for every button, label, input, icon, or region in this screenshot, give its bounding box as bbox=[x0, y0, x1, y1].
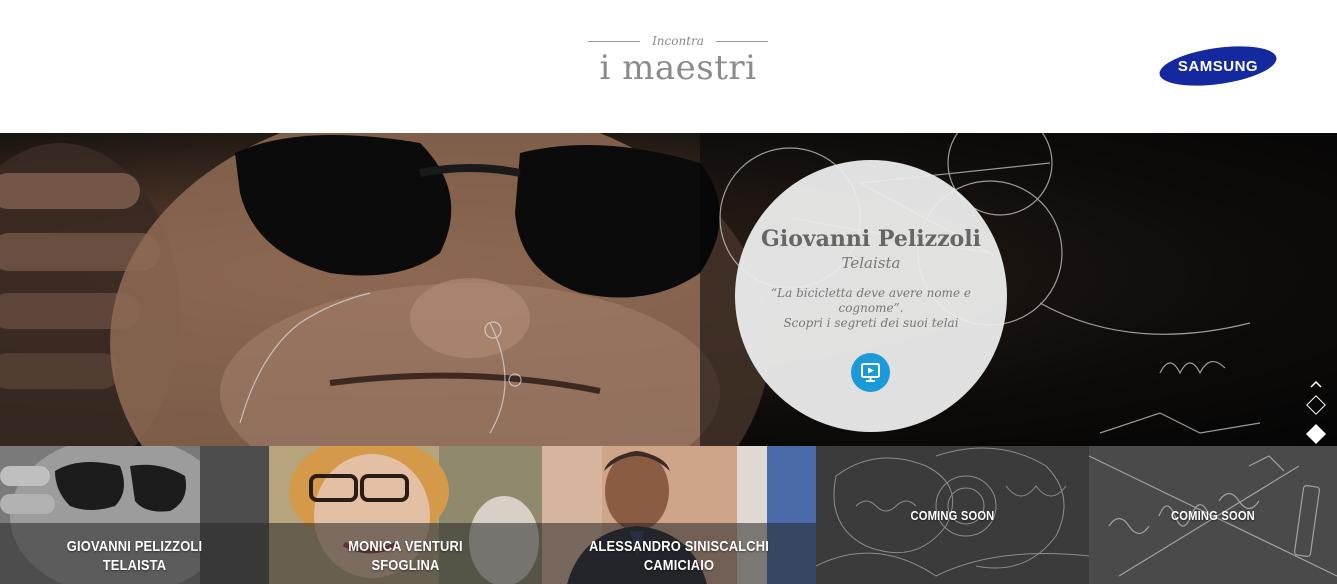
hero-cta-text[interactable]: Scopri i segreti dei suoi telai bbox=[771, 316, 971, 330]
brand-kicker-row: Incontra bbox=[588, 32, 768, 50]
divider-line bbox=[588, 41, 640, 42]
tile-name: GIOVANNI PELIZZOLI bbox=[66, 538, 203, 555]
brand-kicker: Incontra bbox=[652, 34, 704, 48]
samsung-logo-text: SAMSUNG bbox=[1178, 58, 1258, 75]
tile-giovanni-pelizzoli[interactable]: GIOVANNI PELIZZOLI TELAISTA bbox=[0, 446, 269, 584]
hero-slider[interactable]: Giovanni Pelizzoli Telaista “La biciclet… bbox=[0, 133, 1337, 446]
masters-tile-row: GIOVANNI PELIZZOLI TELAISTA MONICA VENTU… bbox=[0, 446, 1337, 584]
hero-name: Giovanni Pelizzoli bbox=[761, 226, 981, 252]
hero-role: Telaista bbox=[841, 254, 901, 272]
coming-soon-label: COMING SOON bbox=[1171, 508, 1255, 523]
hero-info-circle: Giovanni Pelizzoli Telaista “La biciclet… bbox=[735, 160, 1007, 432]
play-screen-icon bbox=[861, 363, 880, 382]
tile-name: ALESSANDRO SINISCALCHI bbox=[588, 538, 770, 555]
samsung-logo[interactable]: SAMSUNG bbox=[1158, 46, 1278, 86]
brand-title-block[interactable]: Incontra i maestri bbox=[588, 32, 768, 88]
tile-coming-soon[interactable]: COMING SOON bbox=[1089, 446, 1337, 584]
slide-dot-2[interactable] bbox=[1306, 424, 1326, 444]
slide-dot-1[interactable] bbox=[1306, 395, 1326, 415]
site-header: Incontra i maestri SAMSUNG bbox=[0, 0, 1337, 133]
chevron-up-icon[interactable] bbox=[1309, 379, 1323, 389]
tile-alessandro-siniscalchi[interactable]: ALESSANDRO SINISCALCHI CAMICIAIO bbox=[542, 446, 816, 584]
tile-coming-soon[interactable]: COMING SOON bbox=[816, 446, 1089, 584]
slide-navigation bbox=[1304, 379, 1328, 446]
coming-soon-label: COMING SOON bbox=[910, 508, 995, 523]
hero-image bbox=[0, 133, 1337, 446]
hero-quote: “La bicicletta deve avere nome e cognome… bbox=[771, 286, 971, 315]
tile-monica-venturi[interactable]: MONICA VENTURI SFOGLINA bbox=[269, 446, 542, 584]
tile-role: TELAISTA bbox=[102, 557, 167, 574]
tile-role: SFOGLINA bbox=[371, 557, 440, 574]
tile-name: MONICA VENTURI bbox=[348, 538, 463, 555]
tile-role: CAMICIAIO bbox=[643, 557, 715, 574]
play-video-button[interactable] bbox=[851, 353, 890, 392]
page-title: i maestri bbox=[599, 48, 757, 88]
divider-line bbox=[716, 41, 768, 42]
